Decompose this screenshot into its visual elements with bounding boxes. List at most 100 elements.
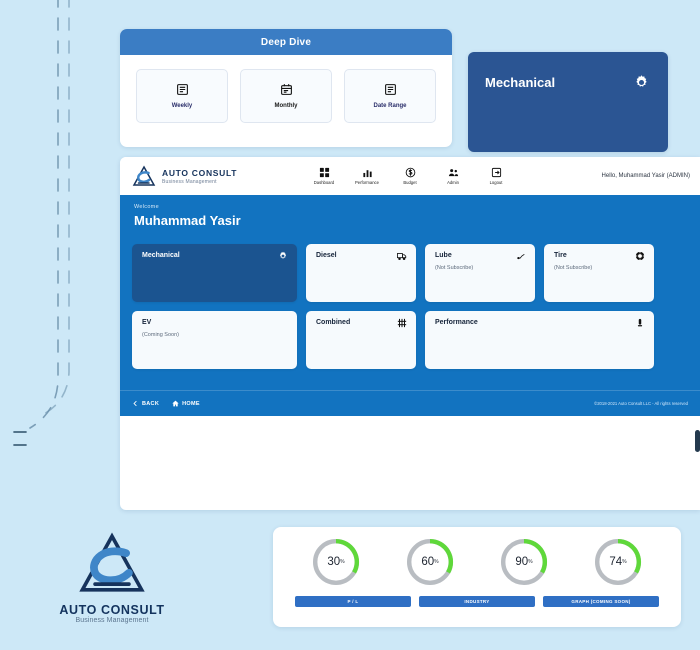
gauge-row: 30% 60% 90% 74 % <box>273 527 681 588</box>
deep-dive-title: Deep Dive <box>120 29 452 55</box>
gauge-button-row: P / L INDUSTRY GRAPH (COMING SOON) <box>273 588 681 607</box>
list-document-icon <box>384 84 396 95</box>
deep-dive-weekly-button[interactable]: Weekly <box>136 69 228 123</box>
chevron-left-icon <box>133 400 137 407</box>
deep-dive-weekly-label: Weekly <box>171 103 193 109</box>
home-button[interactable]: HOME <box>172 400 200 407</box>
card-title: Lube <box>435 252 452 259</box>
gauge-value: 74 <box>609 556 623 568</box>
user-greeting: Hello, Muhammad Yasir (ADMIN) <box>601 173 690 179</box>
nav-label-logout: Logout <box>489 180 503 185</box>
gauge-unit: % <box>340 559 345 565</box>
card-subtitle: (Not Subscribe) <box>554 265 593 271</box>
gauge-unit: % <box>528 559 533 565</box>
deep-dive-monthly-button[interactable]: Monthly <box>240 69 332 123</box>
gauge-value-wrap: 30% <box>310 536 362 588</box>
page-scrollbar-thumb[interactable] <box>695 430 700 452</box>
page-root: Deep Dive Weekly Monthly Date Range Mech… <box>0 0 700 650</box>
gauge-value: 60 <box>421 556 435 568</box>
service-card-grid: Mechanical Diesel Lube (Not Subscribe) T… <box>120 240 700 390</box>
gauge-4: 74% <box>592 536 644 588</box>
home-icon <box>172 400 179 407</box>
gauge-value-wrap: 60% <box>404 536 456 588</box>
nav-label-budget: Budget <box>403 180 417 185</box>
auto-consult-logo <box>79 532 145 592</box>
nav-item-performance[interactable]: Performance <box>352 167 382 185</box>
gear-icon[interactable] <box>633 74 650 91</box>
back-button[interactable]: BACK <box>132 400 159 407</box>
card-title: Performance <box>435 319 478 326</box>
card-mechanical[interactable]: Mechanical <box>132 244 297 302</box>
card-title: Mechanical <box>142 252 180 259</box>
card-title: Diesel <box>316 252 337 259</box>
card-row-1: Mechanical Diesel Lube (Not Subscribe) T… <box>132 244 688 302</box>
gauge-value-wrap: 90% <box>498 536 550 588</box>
card-performance[interactable]: Performance <box>425 311 654 369</box>
dashboard-bottom-edge <box>120 416 700 426</box>
gauge-1: 30% <box>310 536 362 588</box>
deep-dive-date-range-button[interactable]: Date Range <box>344 69 436 123</box>
dashboard-nav: Dashboard Performance Budget Admin Logou… <box>309 167 511 185</box>
card-title: Tire <box>554 252 567 259</box>
decorative-dashed-lines <box>13 0 70 446</box>
oil-drop-icon <box>517 253 525 260</box>
footer-logo-tagline: Business Management <box>75 617 149 624</box>
pl-button[interactable]: P / L <box>295 596 411 607</box>
brand: AUTO CONSULT Business Management <box>132 165 237 187</box>
auto-consult-logo <box>132 165 156 186</box>
brand-text: AUTO CONSULT Business Management <box>162 168 237 185</box>
nav-item-logout[interactable]: Logout <box>481 167 511 185</box>
card-subtitle: (Not Subscribe) <box>435 265 474 271</box>
nav-item-dashboard[interactable]: Dashboard <box>309 167 339 185</box>
gauge-icon <box>637 318 643 327</box>
gear-icon <box>279 251 287 259</box>
nav-item-admin[interactable]: Admin <box>438 167 468 185</box>
card-tire[interactable]: Tire (Not Subscribe) <box>544 244 654 302</box>
card-title: Combined <box>316 319 351 326</box>
card-row-2: EV (Coming Soon) Combined Performance <box>132 311 688 369</box>
gauge-value: 90 <box>515 556 529 568</box>
card-diesel[interactable]: Diesel <box>306 244 416 302</box>
bar-chart-icon <box>362 170 372 178</box>
card-ev[interactable]: EV (Coming Soon) <box>132 311 297 369</box>
logout-icon <box>491 167 501 178</box>
card-subtitle: (Coming Soon) <box>142 332 179 338</box>
mechanical-panel[interactable]: Mechanical <box>468 52 668 152</box>
truck-icon <box>397 253 407 260</box>
graph-button[interactable]: GRAPH (COMING SOON) <box>543 596 659 607</box>
home-label: HOME <box>182 400 200 407</box>
industry-button[interactable]: INDUSTRY <box>419 596 535 607</box>
nav-label-performance: Performance <box>355 180 379 185</box>
gauge-value-wrap: 74% <box>592 536 644 588</box>
calendar-icon <box>280 84 292 95</box>
dashboard-window: AUTO CONSULT Business Management Dashboa… <box>120 157 700 510</box>
grid-icon <box>319 167 329 178</box>
nav-label-admin: Admin <box>447 180 459 185</box>
deep-dive-button-row: Weekly Monthly Date Range <box>120 55 452 123</box>
deep-dive-monthly-label: Monthly <box>274 103 298 109</box>
card-combined[interactable]: Combined <box>306 311 416 369</box>
gauge-3: 90% <box>498 536 550 588</box>
nav-item-budget[interactable]: Budget <box>395 167 425 185</box>
gauges-panel: 30% 60% 90% 74 % P / L INDUSTRY GRAPH (C… <box>273 527 681 627</box>
mechanical-panel-title: Mechanical <box>485 75 556 90</box>
copyright-text: ©2018-2021 Auto Consult LLC - All rights… <box>594 401 688 406</box>
list-document-icon <box>176 84 188 95</box>
dashboard-footer: BACK HOME ©2018-2021 Auto Consult LLC - … <box>120 390 700 416</box>
deep-dive-panel: Deep Dive Weekly Monthly Date Range <box>120 29 452 147</box>
welcome-label: Welcome <box>134 204 159 210</box>
dollar-circle-icon <box>405 167 415 178</box>
people-icon <box>448 169 458 177</box>
welcome-banner: Welcome Muhammad Yasir <box>120 195 700 240</box>
card-title: EV <box>142 319 152 326</box>
back-label: BACK <box>142 400 160 407</box>
footer-logo-block: AUTO CONSULT Business Management <box>57 532 167 624</box>
card-lube[interactable]: Lube (Not Subscribe) <box>425 244 535 302</box>
dashboard-topbar: AUTO CONSULT Business Management Dashboa… <box>120 157 700 195</box>
brand-tagline: Business Management <box>162 178 217 185</box>
gauge-value: 30 <box>327 556 341 568</box>
gauge-unit: % <box>434 559 439 565</box>
user-name: Muhammad Yasir <box>134 213 241 228</box>
gauge-2: 60% <box>404 536 456 588</box>
grid-lines-icon <box>397 318 407 328</box>
